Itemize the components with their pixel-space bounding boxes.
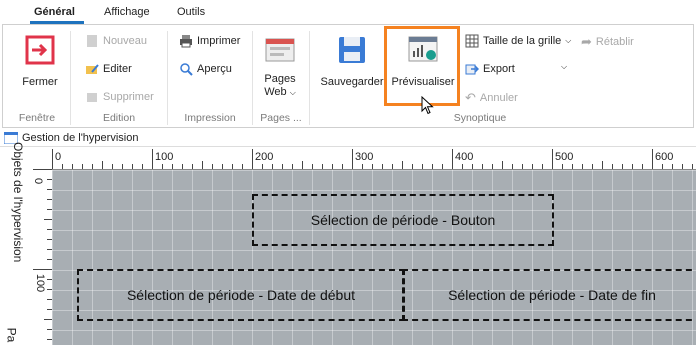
export-label: Export <box>483 63 515 75</box>
group-label-impression: Impression <box>184 112 236 124</box>
fermer-button[interactable]: Fermer <box>15 33 65 88</box>
separator <box>309 31 310 125</box>
ruler-ticks-h <box>52 149 693 169</box>
apercu-button[interactable]: Aperçu <box>179 62 232 76</box>
ruler-v-label: 0 <box>32 177 45 185</box>
taille-grille-dropdown[interactable]: Taille de la grille ⌵ <box>465 34 571 48</box>
ruler-h-label: 300 <box>355 151 374 163</box>
period-end-date-widget[interactable]: Sélection de période - Date de fin <box>402 269 696 321</box>
side-panel-tab[interactable]: Objets de l'hypervision Pa <box>0 142 30 345</box>
tab-affichage[interactable]: Affichage <box>104 6 150 18</box>
preview-icon <box>180 63 193 76</box>
sauvegarder-label: Sauvegarder <box>320 76 384 88</box>
vertical-ruler: 0 100 <box>32 169 53 345</box>
ruler-h-label: 100 <box>155 151 174 163</box>
widget-label: Sélection de période - Date de fin <box>448 287 656 303</box>
period-start-date-widget[interactable]: Sélection de période - Date de début <box>77 269 405 321</box>
ruler-v-label: 100 <box>34 273 47 293</box>
supprimer-label: Supprimer <box>103 91 154 103</box>
ruler-h-label: 200 <box>255 151 274 163</box>
ruler-h-label: 600 <box>655 151 674 163</box>
exit-icon <box>25 35 55 65</box>
sauvegarder-button[interactable]: Sauvegarder <box>319 33 385 88</box>
period-selection-button-widget[interactable]: Sélection de période - Bouton <box>252 194 554 246</box>
separator <box>252 31 253 125</box>
delete-icon <box>87 93 97 102</box>
tab-general[interactable]: Général <box>34 6 75 18</box>
design-canvas[interactable]: Sélection de période - Bouton Sélection … <box>52 170 696 345</box>
ruler-ticks-v <box>33 169 52 340</box>
chevron-down-icon: ⌵ <box>289 88 296 97</box>
pages-web-button[interactable]: Pages Web ⌵ <box>257 33 303 99</box>
document-title: Gestion de l'hypervision <box>22 131 139 144</box>
ruler-h-label: 400 <box>455 151 474 163</box>
group-label-edition: Edition <box>102 112 136 124</box>
imprimer-button[interactable]: Imprimer <box>179 34 240 48</box>
editer-button[interactable]: Editer <box>85 62 132 76</box>
redo-icon: ➦ <box>581 34 592 49</box>
pages-label: Pages <box>264 73 296 85</box>
ruler-corner <box>33 149 52 169</box>
taille-grille-label: Taille de la grille <box>483 35 562 47</box>
export-dropdown[interactable]: Export <box>465 62 515 76</box>
ruler-h-label: 0 <box>55 151 62 163</box>
printer-icon <box>180 35 192 48</box>
separator <box>167 31 168 125</box>
chevron-down-icon: ⌵ <box>565 36 572 45</box>
new-file-icon <box>87 35 97 47</box>
fermer-label: Fermer <box>22 76 58 88</box>
retablir-button[interactable]: ➦ Rétablir <box>581 34 634 50</box>
web-page-icon <box>265 38 295 62</box>
apercu-label: Aperçu <box>197 63 232 75</box>
horizontal-ruler: 0 100 200 300 400 500 600 <box>52 149 696 170</box>
nouveau-label: Nouveau <box>103 35 148 47</box>
side-panel-label: Objets de l'hypervision <box>11 142 25 263</box>
imprimer-label: Imprimer <box>197 35 241 47</box>
ribbon: Fermer Fenêtre Nouveau Editer Supprimer … <box>2 24 694 128</box>
group-label-pages: Pages ... <box>260 112 302 124</box>
tab-outils[interactable]: Outils <box>177 6 205 18</box>
editer-label: Editer <box>103 63 132 75</box>
group-label-synoptique: Synoptique <box>453 112 507 124</box>
nouveau-button[interactable]: Nouveau <box>85 34 147 48</box>
document-title-bar: Gestion de l'hypervision <box>0 129 696 147</box>
chevron-down-icon[interactable]: ⌵ <box>561 62 567 72</box>
annuler-button[interactable]: ↶ Annuler <box>465 90 518 106</box>
save-icon <box>339 37 365 63</box>
separator <box>70 31 71 125</box>
web-label: Web <box>264 86 287 98</box>
export-icon <box>465 64 479 75</box>
widget-label: Sélection de période - Bouton <box>310 212 496 228</box>
mouse-cursor-icon <box>421 96 434 115</box>
ribbon-tabs: Général Affichage Outils <box>0 0 696 24</box>
undo-icon: ↶ <box>465 90 476 105</box>
ruler-h-label: 500 <box>555 151 574 163</box>
highlight-frame <box>384 26 460 106</box>
side-panel-label-2: Pa <box>4 327 19 343</box>
annuler-label: Annuler <box>479 92 518 104</box>
retablir-label: Rétablir <box>595 36 634 48</box>
supprimer-button[interactable]: Supprimer <box>85 90 154 104</box>
grid-icon <box>465 34 479 48</box>
edit-folder-icon <box>86 64 99 74</box>
group-label-fenetre: Fenêtre <box>18 112 56 124</box>
widget-label: Sélection de période - Date de début <box>126 287 356 303</box>
